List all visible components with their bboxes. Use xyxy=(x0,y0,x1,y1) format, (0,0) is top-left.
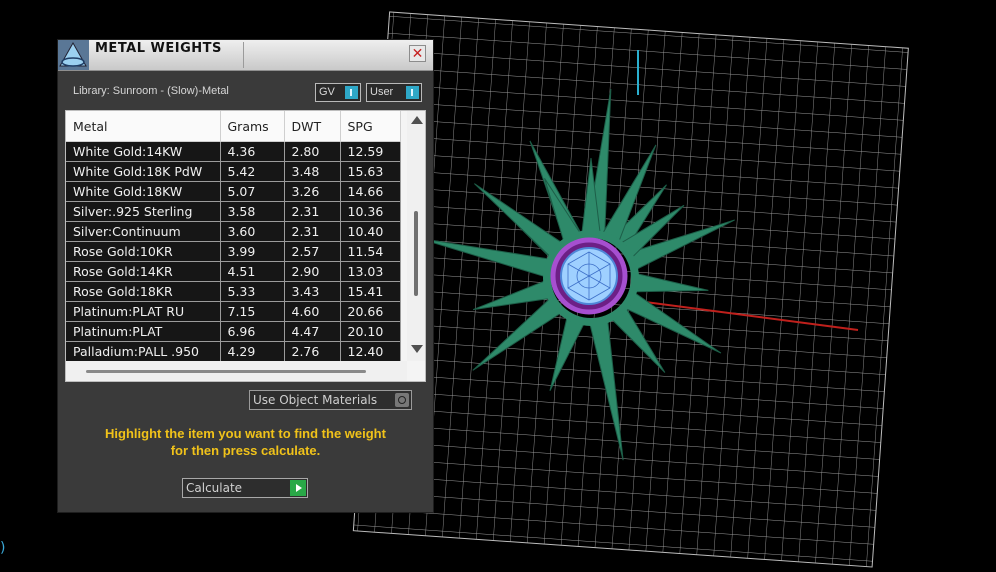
spg-cell: 20.66 xyxy=(340,301,401,322)
use-object-materials-toggle[interactable]: Use Object Materials xyxy=(249,390,412,410)
dwt-cell: 2.31 xyxy=(284,221,341,242)
toggle-switch-icon xyxy=(345,86,358,99)
app-logo-icon xyxy=(58,40,89,70)
grams-cell: 4.36 xyxy=(220,141,285,162)
vertical-scroll-thumb[interactable] xyxy=(414,211,418,296)
use-object-materials-label: Use Object Materials xyxy=(253,393,378,407)
metal-cell: Rose Gold:10KR xyxy=(66,241,221,262)
calculate-label: Calculate xyxy=(186,481,243,495)
table-row[interactable]: White Gold:18K PdW 5.42 3.48 15.63 xyxy=(66,161,401,182)
grams-cell: 6.96 xyxy=(220,321,285,342)
spg-cell: 10.40 xyxy=(340,221,401,242)
table-row[interactable]: Rose Gold:10KR 3.99 2.57 11.54 xyxy=(66,241,401,262)
metal-cell: White Gold:18K PdW xyxy=(66,161,221,182)
dwt-cell: 2.90 xyxy=(284,261,341,282)
panel-title: METAL WEIGHTS xyxy=(95,41,222,56)
title-divider xyxy=(243,42,244,68)
horizontal-scroll-thumb[interactable] xyxy=(86,370,366,373)
spg-cell: 14.66 xyxy=(340,181,401,202)
metal-table: Metal Grams DWT SPG White Gold:14KW 4.36 2… xyxy=(65,110,426,382)
gv-toggle-label: GV xyxy=(319,86,335,98)
close-button[interactable]: ✕ xyxy=(409,45,426,62)
calculate-button[interactable]: Calculate xyxy=(182,478,308,498)
column-header-dwt[interactable]: DWT xyxy=(284,111,341,142)
grams-cell: 4.51 xyxy=(220,261,285,282)
axis-gizmo-fragment: ) xyxy=(0,540,6,556)
spg-cell: 13.03 xyxy=(340,261,401,282)
column-header-grams[interactable]: Grams xyxy=(220,111,285,142)
table-row[interactable]: Silver:.925 Sterling 3.58 2.31 10.36 xyxy=(66,201,401,222)
vertical-scrollbar[interactable] xyxy=(407,111,425,361)
scroll-up-arrow-icon[interactable] xyxy=(411,116,423,124)
dwt-cell: 2.57 xyxy=(284,241,341,262)
spg-cell: 20.10 xyxy=(340,321,401,342)
gv-toggle[interactable]: GV xyxy=(315,83,361,102)
metal-cell: Platinum:PLAT RU xyxy=(66,301,221,322)
grams-cell: 3.58 xyxy=(220,201,285,222)
instruction-line-2: for then press calculate. xyxy=(170,443,321,458)
table-row[interactable]: White Gold:18KW 5.07 3.26 14.66 xyxy=(66,181,401,202)
metal-cell: Rose Gold:18KR xyxy=(66,281,221,302)
dwt-cell: 3.43 xyxy=(284,281,341,302)
grams-cell: 5.07 xyxy=(220,181,285,202)
table-row[interactable]: Rose Gold:14KR 4.51 2.90 13.03 xyxy=(66,261,401,282)
table-row[interactable]: Rose Gold:18KR 5.33 3.43 15.41 xyxy=(66,281,401,302)
table-row[interactable]: Platinum:PLAT 6.96 4.47 20.10 xyxy=(66,321,401,342)
dwt-cell: 4.60 xyxy=(284,301,341,322)
scroll-down-arrow-icon[interactable] xyxy=(411,345,423,353)
user-toggle-label: User xyxy=(370,86,394,98)
table-row[interactable]: Platinum:PLAT RU 7.15 4.60 20.66 xyxy=(66,301,401,322)
table-row[interactable]: White Gold:14KW 4.36 2.80 12.59 xyxy=(66,141,401,162)
toggle-switch-icon xyxy=(406,86,419,99)
grams-cell: 4.29 xyxy=(220,341,285,361)
metal-cell: Platinum:PLAT xyxy=(66,321,221,342)
metal-weights-panel: METAL WEIGHTS ✕ Library: Sunroom - (Slow… xyxy=(58,40,433,512)
close-icon: ✕ xyxy=(411,46,424,62)
spg-cell: 15.41 xyxy=(340,281,401,302)
table-header-row: Metal Grams DWT SPG xyxy=(66,111,401,142)
spg-cell: 11.54 xyxy=(340,241,401,262)
table-row[interactable]: Palladium:PALL .950 4.29 2.76 12.40 xyxy=(66,341,401,361)
metal-cell: Silver:.925 Sterling xyxy=(66,201,221,222)
play-arrow-icon xyxy=(290,480,306,496)
grams-cell: 3.60 xyxy=(220,221,285,242)
metal-cell: White Gold:18KW xyxy=(66,181,221,202)
spg-cell: 15.63 xyxy=(340,161,401,182)
dwt-cell: 2.80 xyxy=(284,141,341,162)
instruction-text: Highlight the item you want to find the … xyxy=(73,425,418,459)
grams-cell: 5.42 xyxy=(220,161,285,182)
metal-cell: Rose Gold:14KR xyxy=(66,261,221,282)
dwt-cell: 2.76 xyxy=(284,341,341,361)
dwt-cell: 3.26 xyxy=(284,181,341,202)
title-bar[interactable]: METAL WEIGHTS ✕ xyxy=(58,40,433,71)
instruction-line-1: Highlight the item you want to find the … xyxy=(105,426,386,441)
dwt-cell: 2.31 xyxy=(284,201,341,222)
dwt-cell: 4.47 xyxy=(284,321,341,342)
spg-cell: 12.40 xyxy=(340,341,401,361)
grams-cell: 5.33 xyxy=(220,281,285,302)
spg-cell: 12.59 xyxy=(340,141,401,162)
horizontal-scrollbar[interactable] xyxy=(66,361,407,381)
dwt-cell: 3.48 xyxy=(284,161,341,182)
user-toggle[interactable]: User xyxy=(366,83,422,102)
column-header-spg[interactable]: SPG xyxy=(340,111,401,142)
grams-cell: 3.99 xyxy=(220,241,285,262)
metal-cell: Silver:Continuum xyxy=(66,221,221,242)
metal-cell: White Gold:14KW xyxy=(66,141,221,162)
column-header-metal[interactable]: Metal xyxy=(66,111,221,142)
library-label: Library: Sunroom - (Slow)-Metal xyxy=(73,85,229,97)
table-row[interactable]: Silver:Continuum 3.60 2.31 10.40 xyxy=(66,221,401,242)
spg-cell: 10.36 xyxy=(340,201,401,222)
grams-cell: 7.15 xyxy=(220,301,285,322)
metal-cell: Palladium:PALL .950 xyxy=(66,341,221,361)
materials-sphere-icon xyxy=(395,393,409,407)
